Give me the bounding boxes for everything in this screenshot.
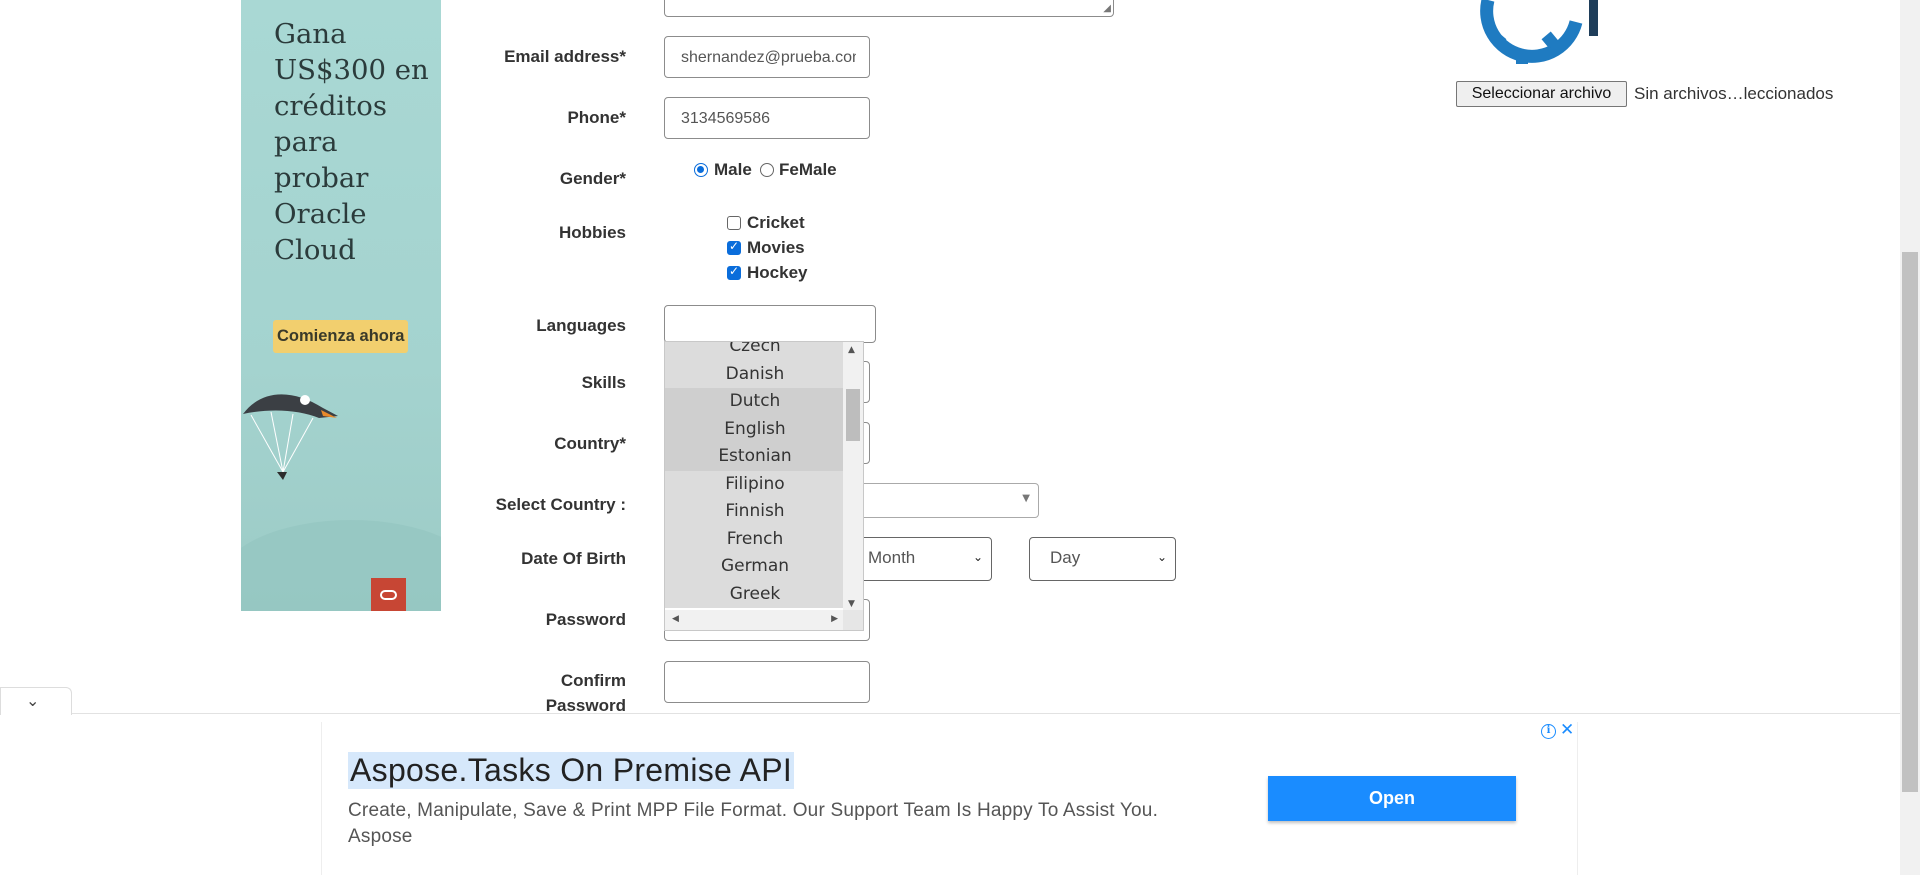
ad-title[interactable]: Aspose.Tasks On Premise API xyxy=(348,752,795,789)
skills-label: Skills xyxy=(581,373,626,392)
oracle-side-ad[interactable]: Gana US$300 en créditos para probar Orac… xyxy=(241,0,441,611)
ad-open-button[interactable]: Open xyxy=(1268,776,1516,821)
collapse-ad-button[interactable]: ⌄ xyxy=(0,687,72,715)
dob-month-value: Month xyxy=(868,548,916,567)
email-value: shernandez@prueba.com xyxy=(681,49,856,66)
phone-field[interactable]: 3134569586 xyxy=(664,97,870,139)
page-scroll-thumb[interactable] xyxy=(1902,252,1918,792)
scroll-right-icon[interactable]: ▶ xyxy=(831,614,838,624)
language-option-french[interactable]: French xyxy=(665,525,845,553)
address-textarea[interactable]: ◢ xyxy=(664,0,1114,17)
oracle-logo-icon xyxy=(371,578,406,611)
confirm-password-label-line1: Confirm xyxy=(560,671,626,690)
dob-day-select[interactable]: Day ⌄ xyxy=(1029,537,1176,581)
scroll-up-icon[interactable]: ▲ xyxy=(848,345,855,355)
password-label: Password xyxy=(545,610,626,629)
language-option-estonian[interactable]: Estonian xyxy=(665,443,845,471)
email-label: Email address* xyxy=(504,47,626,66)
hobby-movies-label: Movies xyxy=(747,238,805,257)
languages-dropdown[interactable]: Czech Danish Dutch English Estonian Fili… xyxy=(664,341,864,631)
confirm-password-field[interactable] xyxy=(664,661,870,703)
language-option-filipino[interactable]: Filipino xyxy=(665,470,845,498)
email-field[interactable]: shernandez@prueba.com xyxy=(664,36,870,78)
ad-description: Create, Manipulate, Save & Print MPP Fil… xyxy=(348,798,1278,850)
chevron-down-icon: ⌄ xyxy=(972,550,983,564)
page-scrollbar[interactable] xyxy=(1900,0,1920,875)
select-country-label: Select Country : xyxy=(495,495,626,514)
hobby-movies-checkbox[interactable] xyxy=(727,239,741,255)
gender-female-label: FeMale xyxy=(779,160,837,179)
hobby-hockey-label: Hockey xyxy=(747,263,808,282)
language-option-english[interactable]: English xyxy=(665,415,845,443)
gear-logo-icon xyxy=(1480,0,1598,64)
combo-arrow-icon: ▼ xyxy=(1022,493,1030,504)
language-option-danish[interactable]: Danish xyxy=(665,360,845,388)
hobbies-label: Hobbies xyxy=(558,223,626,242)
dropdown-vertical-scrollbar[interactable]: ▲ ▼ xyxy=(843,342,863,612)
scroll-left-icon[interactable]: ◀ xyxy=(672,614,679,624)
gender-label: Gender* xyxy=(559,169,626,188)
language-option-greek[interactable]: Greek xyxy=(665,580,845,608)
gender-male-radio[interactable] xyxy=(694,163,708,177)
info-icon[interactable]: i xyxy=(1541,724,1556,739)
ad-description-text: Create, Manipulate, Save & Print MPP Fil… xyxy=(348,800,1159,821)
chevron-down-icon: ⌄ xyxy=(26,691,40,710)
chevron-down-icon: ⌄ xyxy=(1156,550,1167,564)
dob-day-value: Day xyxy=(1050,548,1081,567)
gender-male-label: Male xyxy=(714,160,752,179)
file-status-text: Sin archivos…leccionados xyxy=(1634,84,1834,103)
language-option-dutch[interactable]: Dutch xyxy=(665,388,845,416)
phone-label: Phone* xyxy=(567,108,626,127)
country-label: Country* xyxy=(554,434,626,453)
hobby-hockey-checkbox[interactable] xyxy=(727,264,741,280)
hobby-cricket-label: Cricket xyxy=(747,213,805,232)
scroll-down-icon[interactable]: ▼ xyxy=(848,599,855,609)
scrollbar-corner xyxy=(843,610,863,630)
dob-label: Date Of Birth xyxy=(521,549,626,568)
close-icon[interactable]: ✕ xyxy=(1560,720,1574,740)
ad-advertiser: Aspose xyxy=(348,826,413,847)
phone-value: 3134569586 xyxy=(681,110,770,127)
languages-label: Languages xyxy=(536,316,626,335)
dropdown-horizontal-scrollbar[interactable]: ◀ ▶ xyxy=(665,610,845,630)
gender-female-radio[interactable] xyxy=(760,163,774,177)
language-option-czech[interactable]: Czech xyxy=(665,342,845,361)
dropdown-scroll-thumb[interactable] xyxy=(846,389,860,441)
language-option-finnish[interactable]: Finnish xyxy=(665,498,845,526)
choose-file-button[interactable]: Seleccionar archivo xyxy=(1456,81,1627,107)
languages-list: Czech Danish Dutch English Estonian Fili… xyxy=(665,342,845,608)
hobby-cricket-checkbox[interactable] xyxy=(727,216,741,230)
language-option-german[interactable]: German xyxy=(665,553,845,581)
languages-input[interactable] xyxy=(664,305,876,343)
paraglider-bird-icon xyxy=(243,394,338,480)
resize-handle-icon: ◢ xyxy=(1103,3,1111,14)
